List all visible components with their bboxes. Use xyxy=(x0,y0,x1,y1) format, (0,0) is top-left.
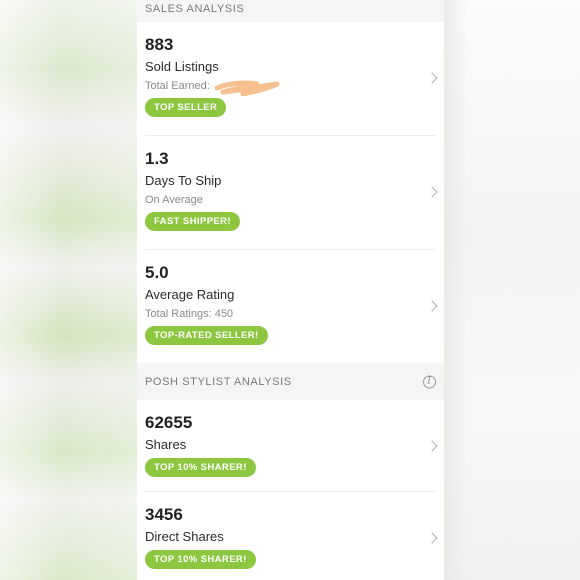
fast-shipper-badge: FAST SHIPPER! xyxy=(145,212,240,231)
average-rating-label: Average Rating xyxy=(145,287,235,302)
top-rated-seller-badge: TOP-RATED SELLER! xyxy=(145,326,268,345)
info-icon[interactable]: i xyxy=(423,375,436,388)
shares-card[interactable]: 62655 Shares TOP 10% SHARER! xyxy=(137,400,444,492)
days-to-ship-card[interactable]: 1.3 Days To Ship On Average FAST SHIPPER… xyxy=(137,136,444,250)
top-seller-badge: TOP SELLER xyxy=(145,98,227,117)
sold-listings-value: 883 xyxy=(145,35,174,54)
total-ratings-text: Total Ratings: 450 xyxy=(145,308,234,320)
sold-listings-card[interactable]: 883 Sold Listings Total Earned: TOP SELL… xyxy=(137,22,444,136)
sales-analysis-title: SALES ANALYSIS xyxy=(145,3,245,15)
days-to-ship-label: Days To Ship xyxy=(145,173,222,188)
total-earned-row: Total Earned: xyxy=(145,79,436,96)
top-direct-sharer-badge: TOP 10% SHARER! xyxy=(145,550,256,569)
posh-stylist-analysis-header: POSH STYLIST ANALYSIS i xyxy=(137,363,444,400)
blurred-background-left xyxy=(0,0,138,580)
shares-value: 62655 xyxy=(145,413,193,432)
direct-shares-label: Direct Shares xyxy=(145,529,224,544)
average-rating-value: 5.0 xyxy=(145,263,169,282)
sold-listings-label: Sold Listings xyxy=(145,59,219,74)
direct-shares-card[interactable]: 3456 Direct Shares TOP 10% SHARER! xyxy=(137,492,444,580)
direct-shares-value: 3456 xyxy=(145,505,183,524)
days-to-ship-value: 1.3 xyxy=(145,149,169,168)
sales-analysis-header: SALES ANALYSIS xyxy=(137,0,444,22)
posh-stylist-analysis-title: POSH STYLIST ANALYSIS xyxy=(145,375,292,388)
average-rating-card[interactable]: 5.0 Average Rating Total Ratings: 450 TO… xyxy=(137,250,444,363)
analysis-panel: SALES ANALYSIS 883 Sold Listings Total E… xyxy=(137,0,444,580)
top-sharer-badge: TOP 10% SHARER! xyxy=(145,458,256,477)
blurred-background-right xyxy=(444,0,580,580)
redaction-scribble xyxy=(214,80,280,96)
on-average-text: On Average xyxy=(145,194,203,206)
shares-label: Shares xyxy=(145,437,187,452)
total-earned-label: Total Earned: xyxy=(145,80,210,92)
